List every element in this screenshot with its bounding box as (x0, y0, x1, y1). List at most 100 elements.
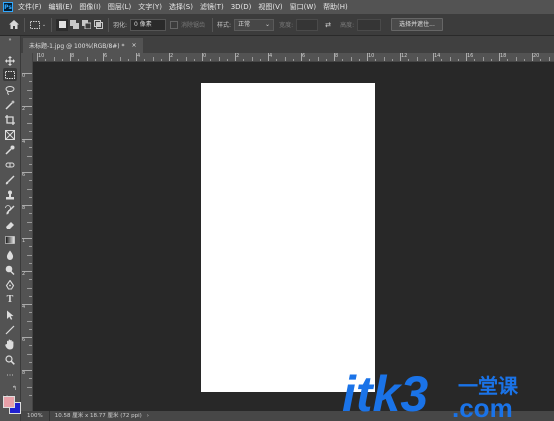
document-canvas[interactable] (201, 83, 375, 392)
menu-view[interactable]: 视图(V) (258, 2, 282, 12)
ruler-minor-tick (276, 59, 278, 61)
foreground-color-swatch[interactable] (3, 396, 15, 408)
menu-edit[interactable]: 编辑(E) (49, 2, 73, 12)
eyedropper-tool-icon[interactable] (3, 143, 17, 156)
more-tools-icon[interactable]: ··· (3, 369, 17, 382)
healing-brush-tool-icon[interactable] (3, 158, 17, 171)
gradient-tool-icon[interactable] (3, 233, 17, 246)
ruler-minor-tick (29, 295, 32, 297)
ruler-minor-tick (29, 328, 32, 330)
ruler-minor-tick (144, 59, 146, 61)
crop-tool-icon[interactable] (3, 113, 17, 126)
ruler-minor-tick (27, 353, 32, 355)
new-selection-icon[interactable] (56, 18, 68, 31)
ruler-minor-tick (27, 221, 32, 223)
ruler-minor-tick (27, 188, 32, 190)
select-and-mask-button[interactable]: 选择并遮住... (391, 18, 443, 31)
panel-grip-icon[interactable]: » (3, 37, 17, 43)
height-input[interactable] (357, 18, 382, 31)
antialias-label: 消除锯齿 (181, 22, 206, 29)
home-icon[interactable] (8, 19, 20, 31)
ruler-tick-label: 20 (533, 53, 540, 59)
frame-tool-icon[interactable] (3, 128, 17, 141)
zoom-tool-icon[interactable] (3, 353, 17, 366)
ruler-minor-tick (523, 59, 525, 61)
rect-marquee-preset-icon[interactable] (29, 19, 41, 31)
ruler-tick (22, 73, 32, 74)
lasso-tool-icon[interactable] (3, 83, 17, 96)
magic-wand-tool-icon[interactable] (3, 98, 17, 111)
ruler-minor-tick (45, 59, 47, 61)
ruler-minor-tick (29, 130, 32, 132)
ruler-horizontal[interactable]: 10 8 6 4 2 0 2 4 6 8 10 12 14 16 18 20 (33, 53, 554, 62)
ruler-tick-label: 10 (368, 53, 375, 59)
document-info[interactable]: 10.58 厘米 x 18.77 厘米 (72 ppi) (50, 411, 147, 421)
chevron-down-icon[interactable]: ⌄ (41, 19, 47, 31)
style-select-value: 正常 (238, 20, 251, 28)
pen-tool-icon[interactable] (3, 278, 17, 291)
line-tool-icon[interactable] (3, 323, 17, 336)
move-tool-icon[interactable] (3, 54, 17, 67)
brush-tool-icon[interactable] (3, 173, 17, 186)
ruler-minor-tick (490, 59, 492, 61)
style-select[interactable]: 正常 ⌄ (234, 18, 275, 31)
ruler-minor-tick (408, 59, 410, 61)
ruler-tick (22, 238, 32, 239)
ruler-minor-tick (29, 147, 32, 149)
clone-stamp-tool-icon[interactable] (3, 188, 17, 201)
menu-window[interactable]: 窗口(W) (290, 2, 316, 12)
separator (24, 17, 25, 32)
zoom-level[interactable]: 100% (21, 411, 50, 421)
ruler-tick (466, 53, 467, 61)
menu-image[interactable]: 图像(I) (79, 2, 101, 12)
ruler-tick-label: 12 (401, 53, 408, 59)
intersect-selection-icon[interactable] (92, 19, 104, 31)
ruler-minor-tick (29, 97, 32, 99)
ruler-minor-tick (29, 262, 32, 264)
history-brush-tool-icon[interactable] (3, 203, 17, 216)
rect-marquee-tool-icon[interactable] (3, 68, 17, 81)
ruler-minor-tick (185, 57, 187, 61)
menu-layer[interactable]: 图层(L) (108, 2, 131, 12)
ruler-minor-tick (515, 57, 517, 61)
dodge-tool-icon[interactable] (3, 263, 17, 276)
ruler-minor-tick (61, 59, 63, 61)
chevron-right-icon[interactable]: › (147, 413, 149, 419)
blur-tool-icon[interactable] (3, 248, 17, 261)
swap-arrows-icon[interactable]: ⇄ (322, 19, 334, 31)
ruler-minor-tick (86, 57, 88, 61)
antialias-checkbox[interactable] (170, 20, 179, 29)
path-selection-tool-icon[interactable] (3, 308, 17, 321)
ruler-minor-tick (309, 59, 311, 61)
ruler-minor-tick (251, 57, 253, 61)
document-tab[interactable]: 未标题-1.jpg @ 100%(RGB/8#) * × (23, 38, 143, 53)
watermark-domain: .com (452, 393, 513, 421)
menu-select[interactable]: 选择(S) (169, 2, 193, 12)
close-icon[interactable]: × (132, 42, 137, 49)
document-tab-bar: 未标题-1.jpg @ 100%(RGB/8#) * × (21, 36, 554, 53)
width-input[interactable] (296, 18, 319, 31)
eraser-tool-icon[interactable] (3, 218, 17, 231)
menu-3d[interactable]: 3D(D) (231, 3, 252, 11)
default-colors-icon[interactable] (2, 386, 10, 402)
type-tool-icon[interactable]: T (3, 293, 17, 306)
menu-help[interactable]: 帮助(H) (323, 2, 348, 12)
canvas-area[interactable] (33, 62, 554, 411)
feather-input[interactable]: 0 像素 (130, 18, 167, 31)
ruler-tick-label: 6 (22, 337, 26, 343)
hand-tool-icon[interactable] (3, 338, 17, 351)
ruler-tick-label: 18 (500, 53, 507, 59)
subtract-from-selection-icon[interactable] (80, 19, 92, 31)
ruler-tick-label: 0 (22, 73, 26, 79)
menu-type[interactable]: 文字(Y) (138, 2, 162, 12)
ruler-minor-tick (218, 57, 220, 61)
ruler-tick-label: 0 (203, 53, 207, 59)
ruler-tick (235, 53, 236, 61)
ruler-vertical[interactable]: 0 2 4 6 8 1 2 4 6 8 (21, 53, 33, 411)
height-label: 高度: (340, 22, 355, 29)
ruler-tick (37, 53, 38, 61)
menu-filter[interactable]: 滤镜(T) (200, 2, 224, 12)
menu-file[interactable]: 文件(F) (18, 2, 42, 12)
add-to-selection-icon[interactable] (68, 19, 80, 31)
swap-colors-icon[interactable]: ↰ (12, 385, 17, 392)
